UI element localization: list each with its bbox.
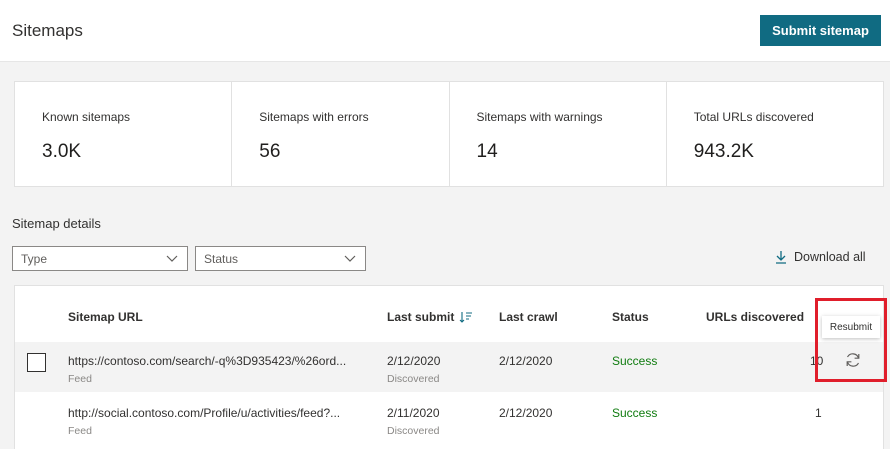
warnings-card: Sitemaps with warnings 14 (450, 82, 667, 186)
card-value: 943.2K (693, 141, 754, 162)
column-header-url[interactable]: Sitemap URL (68, 310, 143, 324)
submit-source: Discovered (387, 373, 440, 385)
status-dropdown-label: Status (204, 251, 239, 266)
download-all-label: Download all (794, 250, 866, 264)
known-sitemaps-card: Known sitemaps 3.0K (15, 82, 233, 186)
card-label: Sitemaps with warnings (476, 110, 603, 124)
last-crawl: 2/12/2020 (499, 406, 553, 420)
top-bar: Sitemaps Submit sitemap (0, 0, 890, 62)
highlight-box (815, 298, 887, 382)
row-checkbox[interactable] (27, 353, 46, 372)
download-all-button[interactable]: Download all (775, 250, 866, 264)
section-title: Sitemap details (12, 216, 101, 231)
submit-sitemap-button[interactable]: Submit sitemap (760, 15, 881, 46)
page-title: Sitemaps (12, 21, 83, 40)
column-header-last-crawl[interactable]: Last crawl (499, 310, 558, 324)
column-header-status[interactable]: Status (612, 310, 649, 324)
column-header-urls-discovered[interactable]: URLs discovered (706, 310, 804, 324)
urls-discovered-card: Total URLs discovered 943.2K (667, 82, 883, 186)
last-submit: 2/11/2020 (387, 406, 440, 420)
column-header-last-submit[interactable]: Last submit (387, 310, 473, 324)
sitemap-table: Sitemap URL Last submit Last crawl Statu… (14, 285, 884, 449)
card-label: Total URLs discovered (693, 110, 814, 124)
column-header-label: Last submit (387, 310, 455, 324)
type-dropdown[interactable]: Type (12, 246, 188, 271)
status-value: Success (612, 406, 658, 420)
last-crawl: 2/12/2020 (499, 354, 553, 368)
table-row[interactable]: http://social.contoso.com/Profile/u/acti… (15, 394, 883, 444)
card-value: 3.0K (42, 141, 82, 162)
download-icon (776, 251, 786, 264)
type-dropdown-label: Type (21, 251, 48, 266)
last-submit: 2/12/2020 (387, 354, 441, 368)
summary-cards: Known sitemaps 3.0K Sitemaps with errors… (14, 81, 884, 187)
urls-discovered-value: 1 (815, 406, 822, 420)
sitemap-type: Feed (68, 425, 92, 437)
card-label: Sitemaps with errors (259, 110, 369, 124)
chevron-down-icon (166, 255, 178, 262)
chevron-down-icon (344, 255, 356, 262)
card-value: 56 (259, 141, 281, 162)
status-dropdown[interactable]: Status (195, 246, 366, 271)
sitemap-url[interactable]: http://social.contoso.com/Profile/u/acti… (68, 406, 340, 420)
status-value: Success (612, 354, 658, 368)
sitemap-url[interactable]: https://contoso.com/search/-q%3D935423/%… (68, 354, 346, 368)
table-row[interactable]: https://contoso.com/search/-q%3D935423/%… (15, 342, 883, 392)
errors-card: Sitemaps with errors 56 (232, 82, 450, 186)
sitemap-type: Feed (68, 373, 92, 385)
submit-source: Discovered (387, 425, 440, 437)
card-value: 14 (476, 141, 498, 162)
card-label: Known sitemaps (42, 110, 131, 124)
sort-descending-icon (459, 312, 473, 323)
